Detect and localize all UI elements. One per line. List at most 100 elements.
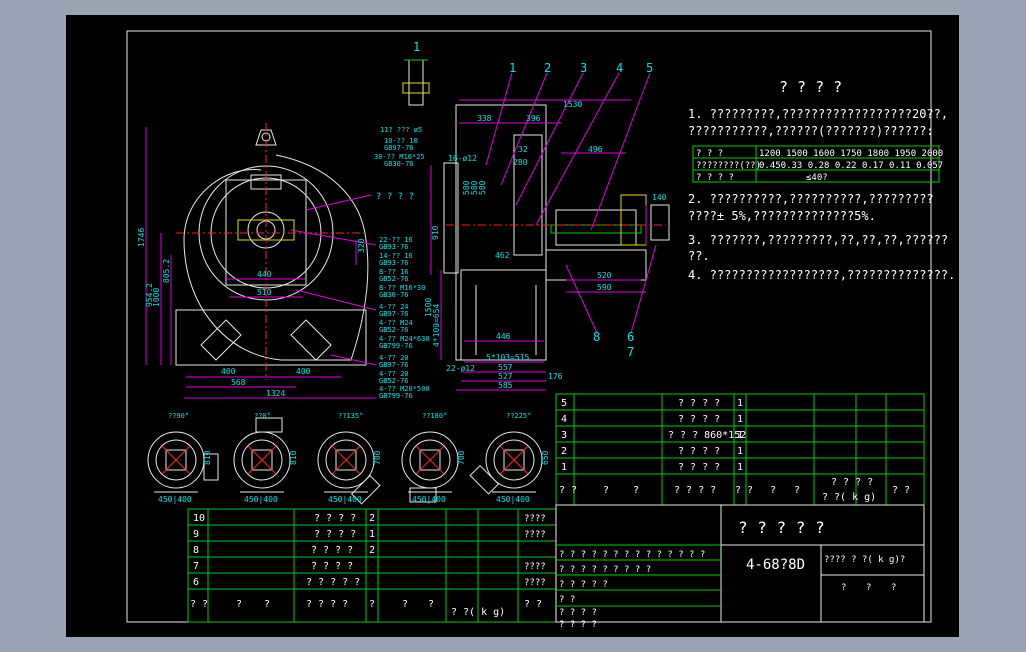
speed-row1-values: 1200 1500 1600 1750 1800 1950 2000 (759, 149, 943, 159)
dim-510: 510 (257, 288, 272, 297)
variant-label: ??90° (168, 412, 189, 420)
dim-32: 32 (518, 145, 528, 154)
balloon-8: 8 (593, 330, 600, 344)
note-line-4: ????± 5%,??????????????5%. (688, 209, 876, 223)
dim-590: 590 (597, 283, 612, 292)
bom-left-h5: ? (402, 599, 408, 610)
dim-280: 280 (513, 158, 528, 167)
dim-1530: 1530 (563, 100, 582, 109)
bom-left-no-7: 7 (193, 561, 199, 572)
dim-5x103: 5*103=515 (486, 353, 530, 362)
dim-440: 440 (257, 270, 272, 279)
variant-label: ??135° (338, 412, 363, 420)
bom-right-name-1: ? ? ? ? (678, 462, 720, 473)
dim-2212: 22-ø12 (446, 364, 475, 373)
detail-washer (402, 82, 430, 94)
bom-left-qty-8: 2 (369, 545, 375, 556)
bom-right-h9: ? ? (892, 485, 910, 496)
bom-left-note-9: ???? (524, 530, 546, 540)
dim-1612: 16-ø12 (448, 154, 477, 163)
bom-left-name-6: ? ? ? ? ? (306, 577, 360, 588)
callout-26: GB799-76 (379, 392, 413, 400)
variant-view: ??0° 450|400 810 (233, 412, 298, 504)
bom-right-h8: ? ? ? ? (831, 477, 873, 488)
balloon-3: 3 (580, 61, 587, 75)
rev-row-3: ? ? ? ? ? (559, 580, 608, 590)
callout-22: GB97-76 (379, 361, 409, 369)
dim-320: 320 (357, 238, 366, 253)
dim-557: 557 (498, 363, 513, 372)
bom-left-name-7: ? ? ? ? (311, 561, 353, 572)
shaft (550, 224, 642, 234)
balloon-2: 2 (544, 61, 551, 75)
balloon-4: 4 (616, 61, 623, 75)
note-line-5: 3. ???????,?????????,??,??,??,?????? (688, 233, 948, 247)
dim-462: 462 (495, 251, 510, 260)
dim-176: 176 (548, 372, 563, 381)
bom-left-note-6: ???? (524, 578, 546, 588)
callout-16: GB97-76 (379, 310, 409, 318)
weight-header: ???? ? ?( k g)? (824, 555, 905, 565)
bom-left-h2: ? (264, 599, 270, 610)
leader-1 (305, 194, 372, 211)
bom-right-h5: ? (770, 485, 776, 496)
variant-view: ??90° 450|400 810 (147, 412, 219, 504)
callout-6: ? ? ? ? (376, 192, 414, 202)
bom-right-qty-4: 1 (737, 414, 743, 425)
variant-dim-width: 450|400 (412, 495, 446, 504)
dim-8052: 805.2 (162, 259, 171, 283)
bom-right-no-1: 1 (561, 462, 567, 473)
bom-left-note-10: ???? (524, 514, 546, 524)
bom-right-h0: ? ? (559, 485, 577, 496)
bom-right-h1: ? (603, 485, 609, 496)
balloon-1-detail: 1 (413, 40, 420, 54)
variant-outlet (469, 464, 500, 495)
dim-446: 446 (496, 332, 511, 341)
callout-8: GB93-76 (379, 243, 409, 251)
bom-right-qty-2: 1 (737, 446, 743, 457)
note-line-1: 1. ?????????,??????????????????20??, (688, 107, 948, 121)
left-leg (200, 319, 242, 361)
bom-right-name-2: ? ? ? ? (678, 446, 720, 457)
note-line-3: 2. ??????????,??????????,????????? (688, 192, 934, 206)
balloon-leader-8 (565, 264, 598, 334)
bom-left-h1: ? (236, 599, 242, 610)
bom-left-no-8: 8 (193, 545, 199, 556)
bom-left-no-9: 9 (193, 529, 199, 540)
sign-label-3: ? (891, 583, 896, 593)
sign-label-1: ? (841, 583, 846, 593)
bom-left-note-h: ? ? (524, 599, 542, 610)
variant-outlet (255, 417, 283, 433)
bom-right-no-2: 2 (561, 446, 567, 457)
shaft-end (650, 204, 670, 241)
dim-1746: 1746 (137, 228, 146, 247)
balloon-leader-2 (500, 72, 548, 186)
bom-right-h6: ? (794, 485, 800, 496)
dim-400b: 400 (296, 367, 311, 376)
rev-row-5: ? ? ? ? (559, 608, 597, 618)
bom-left-qty-9: 1 (369, 529, 375, 540)
callout-18: GB52-76 (379, 326, 409, 334)
balloon-6: 6 (627, 330, 634, 344)
note-line-6: ??. (688, 249, 710, 263)
balloon-leader-4 (535, 72, 620, 226)
dim-520: 520 (597, 271, 612, 280)
callout-10: GB93-76 (379, 259, 409, 267)
variant-view: ??225° 450|400 650 (469, 412, 550, 504)
variant-dim-height: 700 (457, 450, 466, 465)
rev-row-1: ? ? ? ? ? ? ? ? ? ? ? ? ? ? (559, 550, 705, 560)
rev-row-4: ? ? (559, 595, 575, 605)
bom-right-no-4: 4 (561, 414, 567, 425)
notes-title: ? ? ? ? (779, 78, 842, 96)
speed-row3-label: ? ? ? ? (696, 173, 734, 183)
callout-14: GB30-76 (379, 291, 409, 299)
bom-right-h3: ? ? ? ? (674, 485, 716, 496)
variant-label: ??0° (254, 412, 271, 420)
leader-3 (295, 289, 377, 311)
drawing-number: 4-68?8D (746, 557, 805, 573)
rev-row-6: ? ? ? ? (559, 620, 597, 630)
bom-left-h0: ? ? (190, 599, 208, 610)
dim-527: 527 (498, 372, 513, 381)
variant-dim-height: 650 (541, 450, 550, 465)
dim-1324: 1324 (266, 389, 285, 398)
